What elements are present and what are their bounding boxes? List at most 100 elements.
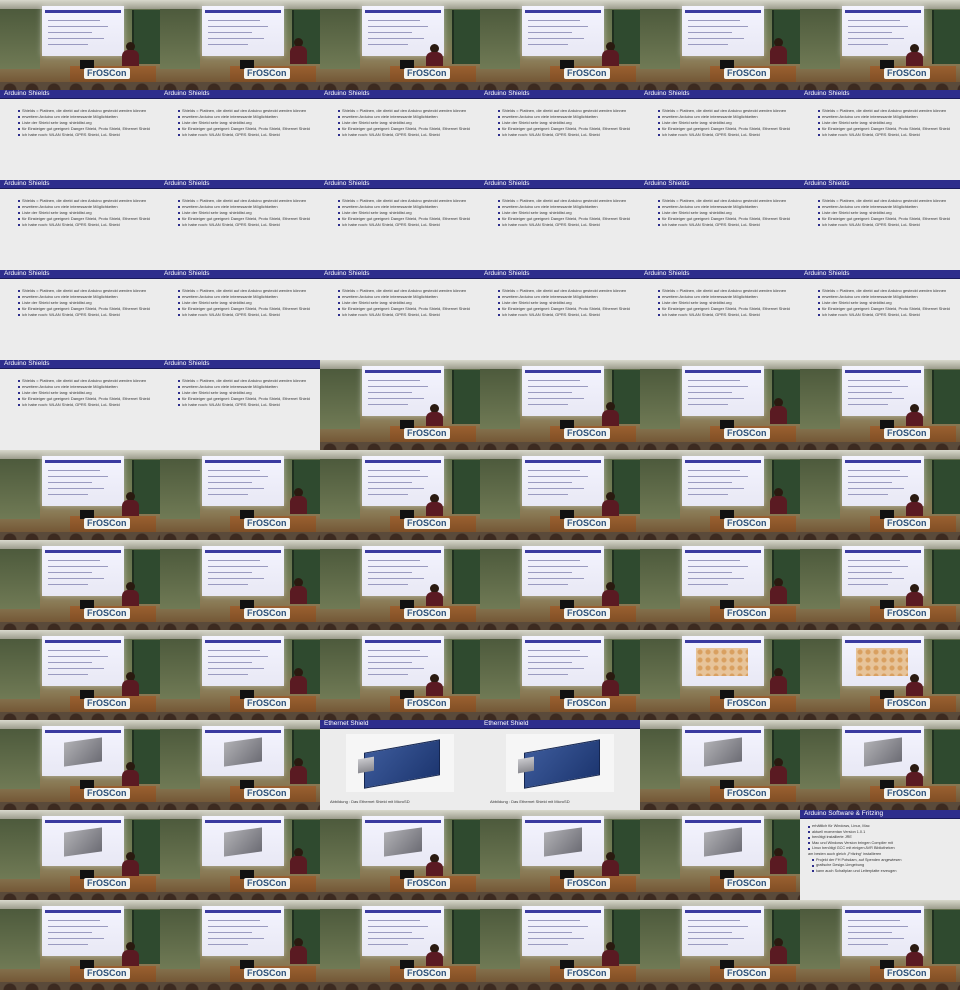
bullet: für Einsteiger gut geeignet: Danger Shie…: [818, 216, 956, 221]
audience-heads: [160, 622, 320, 630]
froscon-logo: FrOSCon: [84, 878, 130, 889]
audience-heads: [800, 532, 960, 540]
stage-frame: FrOSCon: [160, 0, 320, 90]
bullet: Shields = Platinen, die direkt auf den A…: [338, 198, 476, 203]
bullet: ich habe noch: WLAN Shield, GPRS Shield,…: [658, 312, 796, 317]
stage-frame: FrOSCon: [640, 360, 800, 450]
froscon-logo: FrOSCon: [724, 968, 770, 979]
bullet: Shields = Platinen, die direkt auf den A…: [818, 288, 956, 293]
audience-heads: [320, 892, 480, 900]
bullet: für Einsteiger gut geeignet: Danger Shie…: [658, 126, 796, 131]
slide-title-bar: Arduino Shields: [640, 180, 800, 189]
presenter: [288, 848, 308, 874]
slide-bullets: Shields = Platinen, die direkt auf den A…: [178, 198, 316, 228]
bullet: für Einsteiger gut geeignet: Danger Shie…: [18, 216, 156, 221]
audience-heads: [640, 622, 800, 630]
bullet: Shields = Platinen, die direkt auf den A…: [178, 288, 316, 293]
wall: [480, 459, 520, 519]
wall: [0, 909, 40, 969]
chalkboard: [932, 730, 960, 784]
wall: [800, 549, 840, 609]
projection-screen: [682, 6, 764, 56]
presenter: [768, 38, 788, 64]
slide-title-bar: Arduino Shields: [800, 270, 960, 279]
bullet: Liste der Shield sehr lang: shieldlist.o…: [498, 210, 636, 215]
bullet: Liste der Shield sehr lang: shieldlist.o…: [338, 300, 476, 305]
chalkboard: [452, 550, 480, 604]
slide-bullets: Shields = Platinen, die direkt auf den A…: [178, 288, 316, 318]
bullet: für Einsteiger gut geeignet: Danger Shie…: [498, 126, 636, 131]
stage-frame: FrOSCon: [160, 720, 320, 810]
bullet: für Einsteiger gut geeignet: Danger Shie…: [18, 126, 156, 131]
stage-frame: FrOSCon: [480, 810, 640, 900]
projection-screen: [682, 366, 764, 416]
froscon-logo: FrOSCon: [564, 68, 610, 79]
presenter: [120, 852, 140, 878]
bullet: Liste der Shield sehr lang: shieldlist.o…: [658, 300, 796, 305]
slide-title: Arduino Shields: [484, 270, 530, 277]
stage-frame: FrOSCon: [320, 360, 480, 450]
bullet: Shields = Platinen, die direkt auf den A…: [498, 198, 636, 203]
presenter: [288, 758, 308, 784]
presenter: [288, 668, 308, 694]
chalkboard: [932, 460, 960, 514]
bullet: Liste der Shield sehr lang: shieldlist.o…: [178, 210, 316, 215]
stage-frame: FrOSCon: [0, 540, 160, 630]
wall: [320, 639, 360, 699]
bullet: erweitern Arduino um viele interessante …: [338, 204, 476, 209]
stage-frame: FrOSCon: [320, 0, 480, 90]
slide-bullets: Shields = Platinen, die direkt auf den A…: [498, 108, 636, 138]
audience-heads: [480, 982, 640, 990]
audience-heads: [800, 442, 960, 450]
slide-bullets: Shields = Platinen, die direkt auf den A…: [658, 198, 796, 228]
slide-bullets: Shields = Platinen, die direkt auf den A…: [178, 108, 316, 138]
presenter: [768, 938, 788, 964]
chalkboard: [452, 460, 480, 514]
bullet: ich habe noch: WLAN Shield, GPRS Shield,…: [818, 132, 956, 137]
slide-bullets: Shields = Platinen, die direkt auf den A…: [498, 288, 636, 318]
wall: [640, 459, 680, 519]
audience-heads: [320, 82, 480, 90]
slide-title: Arduino Shields: [324, 90, 370, 97]
stage-frame: FrOSCon: [0, 450, 160, 540]
slide-title: Arduino Shields: [644, 270, 690, 277]
slide-bullets: Shields = Platinen, die direkt auf den A…: [338, 288, 476, 318]
audience-heads: [0, 802, 160, 810]
projection-screen: [682, 636, 764, 686]
chalkboard: [452, 910, 480, 964]
presenter: [768, 668, 788, 694]
stage-frame: FrOSCon: [800, 450, 960, 540]
bullet: erweitern Arduino um viele interessante …: [18, 384, 156, 389]
bullet: erhältlich für Windows, Linux, Mac: [808, 824, 956, 829]
slide-title: Arduino Shields: [324, 270, 370, 277]
wall: [640, 9, 680, 69]
stage-frame: FrOSCon: [160, 450, 320, 540]
projection-screen: [682, 816, 764, 866]
bullet: Shields = Platinen, die direkt auf den A…: [498, 288, 636, 293]
slide-title: Arduino Shields: [4, 360, 50, 367]
projection-screen: [522, 816, 604, 866]
slide-arduino-shields: Arduino Shields Shields = Platinen, die …: [640, 90, 800, 180]
audience-heads: [0, 622, 160, 630]
stage-frame: FrOSCon: [800, 900, 960, 990]
presenter: [288, 938, 308, 964]
bullet: Liste der Shield sehr lang: shieldlist.o…: [818, 300, 956, 305]
stage-frame: FrOSCon: [0, 810, 160, 900]
froscon-logo: FrOSCon: [84, 788, 130, 799]
wall: [800, 909, 840, 969]
froscon-logo: FrOSCon: [884, 608, 930, 619]
wall: [640, 549, 680, 609]
bullet: für Einsteiger gut geeignet: Danger Shie…: [338, 306, 476, 311]
audience-heads: [0, 532, 160, 540]
bullet: Shields = Platinen, die direkt auf den A…: [658, 288, 796, 293]
wall: [800, 369, 840, 429]
froscon-logo: FrOSCon: [564, 428, 610, 439]
froscon-logo: FrOSCon: [564, 698, 610, 709]
bullet: Shields = Platinen, die direkt auf den A…: [658, 198, 796, 203]
projection-screen: [42, 456, 124, 506]
projection-screen: [202, 906, 284, 956]
chalkboard: [932, 10, 960, 64]
slide-bullets: erhältlich für Windows, Linux, Mac aktue…: [808, 824, 956, 874]
stage-frame: FrOSCon: [800, 540, 960, 630]
stage-frame: FrOSCon: [320, 810, 480, 900]
